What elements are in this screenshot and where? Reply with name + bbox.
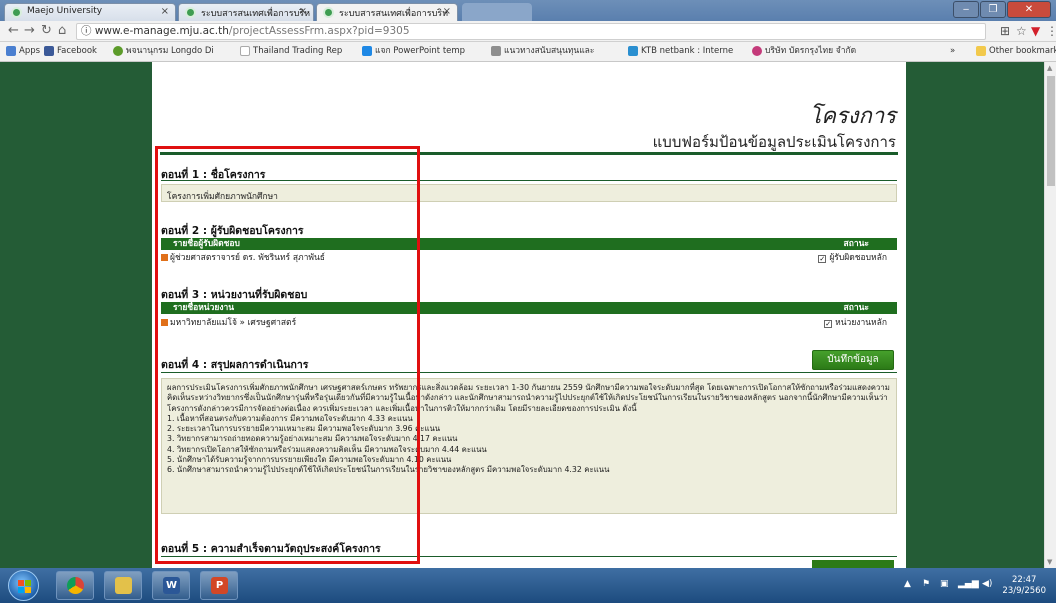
word-icon: W <box>163 577 180 594</box>
bookmarks-bar: Apps Facebook พจนานุกรม Longdo Di Thaila… <box>0 42 1056 62</box>
bookmark-label: แจก PowerPoint temp <box>375 46 466 56</box>
page-subtitle: แบบฟอร์มป้อนข้อมูลประเมินโครงการ <box>652 133 896 151</box>
taskbar-explorer[interactable] <box>104 571 142 600</box>
bookmark-powerpoint-template[interactable]: แจก PowerPoint temp <box>362 45 465 57</box>
apps-grid-icon <box>6 46 16 56</box>
info-icon[interactable]: ⓘ <box>81 25 92 37</box>
research-site-icon <box>491 46 501 56</box>
main-responsible-checkbox[interactable]: ✓ ผู้รับผิดชอบหลัก <box>818 252 887 264</box>
clock-date: 23/9/2560 <box>1002 586 1046 596</box>
taskbar-chrome[interactable] <box>56 571 94 600</box>
template-site-icon <box>362 46 372 56</box>
powerpoint-icon: P <box>211 577 228 594</box>
bookmark-facebook[interactable]: Facebook <box>44 45 97 57</box>
page-title: โครงการ <box>809 104 896 129</box>
tab-emanage-1[interactable]: ระบบสารสนเทศเพื่อการบริห × <box>178 3 314 21</box>
translate-icon[interactable]: ⊞ <box>1000 23 1010 39</box>
tab-title: ระบบสารสนเทศเพื่อการบริห <box>339 9 449 19</box>
bookmark-ktb-netbank[interactable]: KTB netbank : Interne <box>628 45 733 57</box>
start-button[interactable] <box>8 570 39 601</box>
facebook-icon <box>44 46 54 56</box>
close-window-icon[interactable]: ✕ <box>1007 1 1051 18</box>
bookmark-label: Other bookmarks <box>989 46 1056 56</box>
ktc-icon <box>752 46 762 56</box>
bookmark-label: KTB netbank : Interne <box>641 46 734 56</box>
url-host: www.e-manage.mju.ac.th <box>94 25 229 37</box>
bookmark-label: บริษัท บัตรกรุงไทย จำกัด <box>765 46 857 56</box>
system-tray: ▲ ⚑ ▣ ▂▄▆ ◀) 22:47 23/9/2560 <box>900 572 1050 599</box>
close-tab-icon[interactable]: × <box>443 6 451 17</box>
overflow-chevron-icon: » <box>950 46 956 56</box>
maximize-icon[interactable]: ❐ <box>980 1 1006 18</box>
taskbar-word[interactable]: W <box>152 571 190 600</box>
show-hidden-icons-icon[interactable]: ▲ <box>904 579 911 589</box>
bookmarks-overflow-button[interactable]: » <box>950 45 955 57</box>
folder-icon <box>976 46 986 56</box>
extension-v-icon[interactable]: ▼ <box>1031 23 1040 39</box>
bookmark-label: Thailand Trading Rep <box>253 46 343 56</box>
minimize-icon[interactable]: ‒ <box>953 1 979 18</box>
back-icon[interactable]: ← <box>8 23 19 39</box>
bookmark-longdo[interactable]: พจนานุกรม Longdo Di <box>113 45 214 57</box>
bookmark-research-fund[interactable]: แนวทางสนับสนุนทุนและ <box>491 45 594 57</box>
checkbox-checked-icon: ✓ <box>818 255 827 263</box>
other-bookmarks-folder[interactable]: Other bookmarks <box>976 45 1056 57</box>
tab-title: ระบบสารสนเทศเพื่อการบริห <box>201 9 311 19</box>
emanage-favicon-icon <box>185 7 196 18</box>
main-unit-checkbox[interactable]: ✓ หน่วยงานหลัก <box>824 317 887 329</box>
bookmark-label: พจนานุกรม Longdo Di <box>126 46 214 56</box>
flag-icon[interactable]: ⚑ <box>922 579 930 589</box>
new-tab-button[interactable] <box>462 3 532 21</box>
page-viewport: โครงการ แบบฟอร์มป้อนข้อมูลประเมินโครงการ… <box>0 62 1044 568</box>
col-status-header: สถานะ <box>843 239 869 249</box>
close-tab-icon[interactable]: × <box>161 6 169 17</box>
clock[interactable]: 22:47 23/9/2560 <box>1002 575 1046 597</box>
home-icon[interactable]: ⌂ <box>58 23 66 39</box>
page-icon <box>240 46 250 56</box>
content-panel: โครงการ แบบฟอร์มป้อนข้อมูลประเมินโครงการ… <box>152 62 906 568</box>
address-bar: ← → ↻ ⌂ ⓘ www.e-manage.mju.ac.th/project… <box>0 21 1056 42</box>
menu-icon[interactable]: ⋮ <box>1046 23 1056 39</box>
windows-taskbar: W P ▲ ⚑ ▣ ▂▄▆ ◀) 22:47 23/9/2560 <box>0 568 1056 603</box>
bookmark-apps[interactable]: Apps <box>6 45 40 57</box>
bookmark-label: Apps <box>19 46 41 56</box>
bookmark-ktc[interactable]: บริษัท บัตรกรุงไทย จำกัด <box>752 45 856 57</box>
checkbox-label: ผู้รับผิดชอบหลัก <box>829 253 887 263</box>
scroll-down-icon[interactable]: ▼ <box>1047 558 1052 566</box>
reload-icon[interactable]: ↻ <box>41 23 52 39</box>
browser-tab-strip: Maejo University × ระบบสารสนเทศเพื่อการบ… <box>0 0 1056 21</box>
url-input[interactable]: ⓘ www.e-manage.mju.ac.th/projectAssessFr… <box>76 23 986 40</box>
chrome-icon <box>67 577 84 594</box>
volume-icon[interactable]: ◀) <box>982 579 992 589</box>
section5-save-button[interactable] <box>812 560 894 568</box>
network-icon[interactable]: ▣ <box>940 579 949 589</box>
clock-time: 22:47 <box>1011 575 1037 585</box>
tab-maejo-university[interactable]: Maejo University × <box>4 3 176 21</box>
emanage-favicon-icon <box>323 7 334 18</box>
close-tab-icon[interactable]: × <box>299 6 307 17</box>
vertical-scrollbar[interactable]: ▲ ▼ <box>1044 62 1056 568</box>
folder-icon <box>115 577 132 594</box>
red-highlight-annotation <box>155 146 420 564</box>
scrollbar-thumb[interactable] <box>1047 76 1055 186</box>
signal-icon[interactable]: ▂▄▆ <box>958 579 979 589</box>
forward-icon[interactable]: → <box>24 23 35 39</box>
tab-emanage-2[interactable]: ระบบสารสนเทศเพื่อการบริห × <box>316 3 458 21</box>
checkbox-checked-icon: ✓ <box>824 320 833 328</box>
scroll-up-icon[interactable]: ▲ <box>1047 64 1052 72</box>
longdo-icon <box>113 46 123 56</box>
checkbox-label: หน่วยงานหลัก <box>835 318 887 328</box>
url-path: /projectAssessFrm.aspx?pid=9305 <box>228 25 410 37</box>
bookmark-label: Facebook <box>57 46 97 56</box>
ktb-icon <box>628 46 638 56</box>
taskbar-powerpoint[interactable]: P <box>200 571 238 600</box>
bookmark-thailand-trading[interactable]: Thailand Trading Rep <box>240 45 342 57</box>
bookmark-label: แนวทางสนับสนุนทุนและ <box>504 46 595 56</box>
tab-title: Maejo University <box>27 6 103 16</box>
maejo-favicon-icon <box>11 7 22 18</box>
windows-logo-icon <box>18 580 31 593</box>
bookmark-star-icon[interactable]: ☆ <box>1016 23 1027 39</box>
col-status-header: สถานะ <box>843 303 869 313</box>
save-button[interactable]: บันทึกข้อมูล <box>812 350 894 370</box>
